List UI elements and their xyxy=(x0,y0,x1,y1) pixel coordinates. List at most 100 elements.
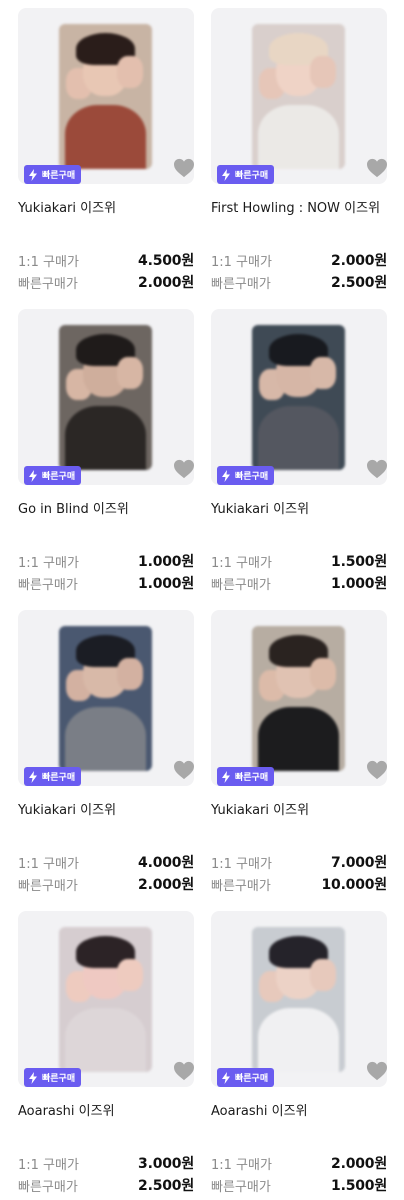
price-row-1to1: 1:1 구매가 2.000원 xyxy=(211,1154,387,1173)
price-row-quick: 빠른구매가 1.000원 xyxy=(211,574,387,593)
heart-icon[interactable] xyxy=(366,459,388,479)
product-card[interactable]: 빠른구매 Yukiakari 이즈위 1:1 구매가 4.000원 빠른구매가 … xyxy=(18,610,194,900)
heart-icon[interactable] xyxy=(366,760,388,780)
product-card[interactable]: 빠른구매 Aoarashi 이즈위 1:1 구매가 2.000원 빠른구매가 1… xyxy=(211,911,387,1200)
price-value-1to1: 3.000원 xyxy=(138,1156,194,1172)
heart-icon[interactable] xyxy=(366,158,388,178)
price-row-quick: 빠른구매가 10.000원 xyxy=(211,875,387,894)
price-label-quick: 빠른구매가 xyxy=(18,878,78,894)
product-thumbnail[interactable]: 빠른구매 xyxy=(211,911,387,1087)
price-row-quick: 빠른구매가 2.000원 xyxy=(18,875,194,894)
product-card[interactable]: 빠른구매 Yukiakari 이즈위 1:1 구매가 1.500원 빠른구매가 … xyxy=(211,309,387,599)
product-title[interactable]: Yukiakari 이즈위 xyxy=(18,799,116,818)
price-label-1to1: 1:1 구매가 xyxy=(211,1157,272,1173)
price-label-quick: 빠른구매가 xyxy=(211,577,271,593)
price-row-1to1: 1:1 구매가 4.000원 xyxy=(18,853,194,872)
photocard-image xyxy=(252,927,345,1072)
price-value-quick: 1.000원 xyxy=(331,576,387,592)
price-value-quick: 10.000원 xyxy=(321,877,387,893)
price-label-1to1: 1:1 구매가 xyxy=(18,1157,79,1173)
price-row-quick: 빠른구매가 1.000원 xyxy=(18,574,194,593)
price-label-quick: 빠른구매가 xyxy=(18,276,78,292)
lightning-icon xyxy=(222,1071,230,1084)
price-label-quick: 빠른구매가 xyxy=(211,1179,271,1195)
photocard-image xyxy=(252,325,345,470)
price-label-1to1: 1:1 구매가 xyxy=(18,555,79,571)
product-thumbnail[interactable]: 빠른구매 xyxy=(18,911,194,1087)
price-row-1to1: 1:1 구매가 3.000원 xyxy=(18,1154,194,1173)
photocard-image xyxy=(59,325,152,470)
price-label-quick: 빠른구매가 xyxy=(211,276,271,292)
price-row-quick: 빠른구매가 2.500원 xyxy=(18,1176,194,1195)
product-title[interactable]: Aoarashi 이즈위 xyxy=(211,1100,308,1119)
product-title[interactable]: First Howling : NOW 이즈위 xyxy=(211,197,380,216)
price-value-quick: 2.500원 xyxy=(331,275,387,291)
price-label-1to1: 1:1 구매가 xyxy=(18,856,79,872)
product-title[interactable]: Yukiakari 이즈위 xyxy=(211,498,309,517)
heart-icon[interactable] xyxy=(173,158,195,178)
price-label-1to1: 1:1 구매가 xyxy=(211,254,272,270)
quick-buy-badge-label: 빠른구매 xyxy=(235,171,269,181)
quick-buy-badge-label: 빠른구매 xyxy=(42,1074,76,1084)
heart-icon[interactable] xyxy=(173,760,195,780)
price-label-quick: 빠른구매가 xyxy=(18,577,78,593)
product-card[interactable]: 빠른구매 Yukiakari 이즈위 1:1 구매가 7.000원 빠른구매가 … xyxy=(211,610,387,900)
product-thumbnail[interactable]: 빠른구매 xyxy=(18,610,194,786)
price-value-quick: 1.500원 xyxy=(331,1178,387,1194)
product-thumbnail[interactable]: 빠른구매 xyxy=(211,610,387,786)
lightning-icon xyxy=(222,770,230,783)
quick-buy-badge: 빠른구매 xyxy=(24,1068,82,1087)
price-value-1to1: 1.500원 xyxy=(331,554,387,570)
quick-buy-badge: 빠른구매 xyxy=(217,1068,275,1087)
product-card[interactable]: 빠른구매 Aoarashi 이즈위 1:1 구매가 3.000원 빠른구매가 2… xyxy=(18,911,194,1200)
product-title[interactable]: Aoarashi 이즈위 xyxy=(18,1100,115,1119)
price-value-quick: 2.000원 xyxy=(138,275,194,291)
lightning-icon xyxy=(222,168,230,181)
heart-icon[interactable] xyxy=(173,1061,195,1081)
price-value-quick: 2.500원 xyxy=(138,1178,194,1194)
price-label-1to1: 1:1 구매가 xyxy=(211,555,272,571)
product-card[interactable]: 빠른구매 First Howling : NOW 이즈위 1:1 구매가 2.0… xyxy=(211,8,387,298)
price-row-1to1: 1:1 구매가 4.500원 xyxy=(18,251,194,270)
product-title[interactable]: Go in Blind 이즈위 xyxy=(18,498,129,517)
price-value-1to1: 4.000원 xyxy=(138,855,194,871)
lightning-icon xyxy=(29,168,37,181)
lightning-icon xyxy=(29,770,37,783)
photocard-image xyxy=(252,626,345,771)
price-value-1to1: 7.000원 xyxy=(331,855,387,871)
product-thumbnail[interactable]: 빠른구매 xyxy=(211,309,387,485)
lightning-icon xyxy=(29,469,37,482)
product-card[interactable]: 빠른구매 Yukiakari 이즈위 1:1 구매가 4.500원 빠른구매가 … xyxy=(18,8,194,298)
product-thumbnail[interactable]: 빠른구매 xyxy=(211,8,387,184)
quick-buy-badge-label: 빠른구매 xyxy=(235,472,269,482)
price-value-quick: 2.000원 xyxy=(138,877,194,893)
photocard-image xyxy=(59,626,152,771)
price-row-1to1: 1:1 구매가 2.000원 xyxy=(211,251,387,270)
product-card[interactable]: 빠른구매 Go in Blind 이즈위 1:1 구매가 1.000원 빠른구매… xyxy=(18,309,194,599)
quick-buy-badge: 빠른구매 xyxy=(217,165,275,184)
price-row-quick: 빠른구매가 2.000원 xyxy=(18,273,194,292)
product-thumbnail[interactable]: 빠른구매 xyxy=(18,8,194,184)
price-label-quick: 빠른구매가 xyxy=(211,878,271,894)
price-row-1to1: 1:1 구매가 7.000원 xyxy=(211,853,387,872)
quick-buy-badge: 빠른구매 xyxy=(217,466,275,485)
heart-icon[interactable] xyxy=(173,459,195,479)
price-value-quick: 1.000원 xyxy=(138,576,194,592)
heart-icon[interactable] xyxy=(366,1061,388,1081)
price-row-1to1: 1:1 구매가 1.000원 xyxy=(18,552,194,571)
product-title[interactable]: Yukiakari 이즈위 xyxy=(18,197,116,216)
product-title[interactable]: Yukiakari 이즈위 xyxy=(211,799,309,818)
price-value-1to1: 2.000원 xyxy=(331,1156,387,1172)
photocard-image xyxy=(252,24,345,169)
price-row-quick: 빠른구매가 2.500원 xyxy=(211,273,387,292)
product-thumbnail[interactable]: 빠른구매 xyxy=(18,309,194,485)
photocard-image xyxy=(59,927,152,1072)
lightning-icon xyxy=(222,469,230,482)
product-grid: 빠른구매 Yukiakari 이즈위 1:1 구매가 4.500원 빠른구매가 … xyxy=(0,0,404,1200)
quick-buy-badge: 빠른구매 xyxy=(24,466,82,485)
price-value-1to1: 2.000원 xyxy=(331,253,387,269)
price-label-1to1: 1:1 구매가 xyxy=(211,856,272,872)
price-row-quick: 빠른구매가 1.500원 xyxy=(211,1176,387,1195)
quick-buy-badge-label: 빠른구매 xyxy=(42,171,76,181)
quick-buy-badge: 빠른구매 xyxy=(24,767,82,786)
